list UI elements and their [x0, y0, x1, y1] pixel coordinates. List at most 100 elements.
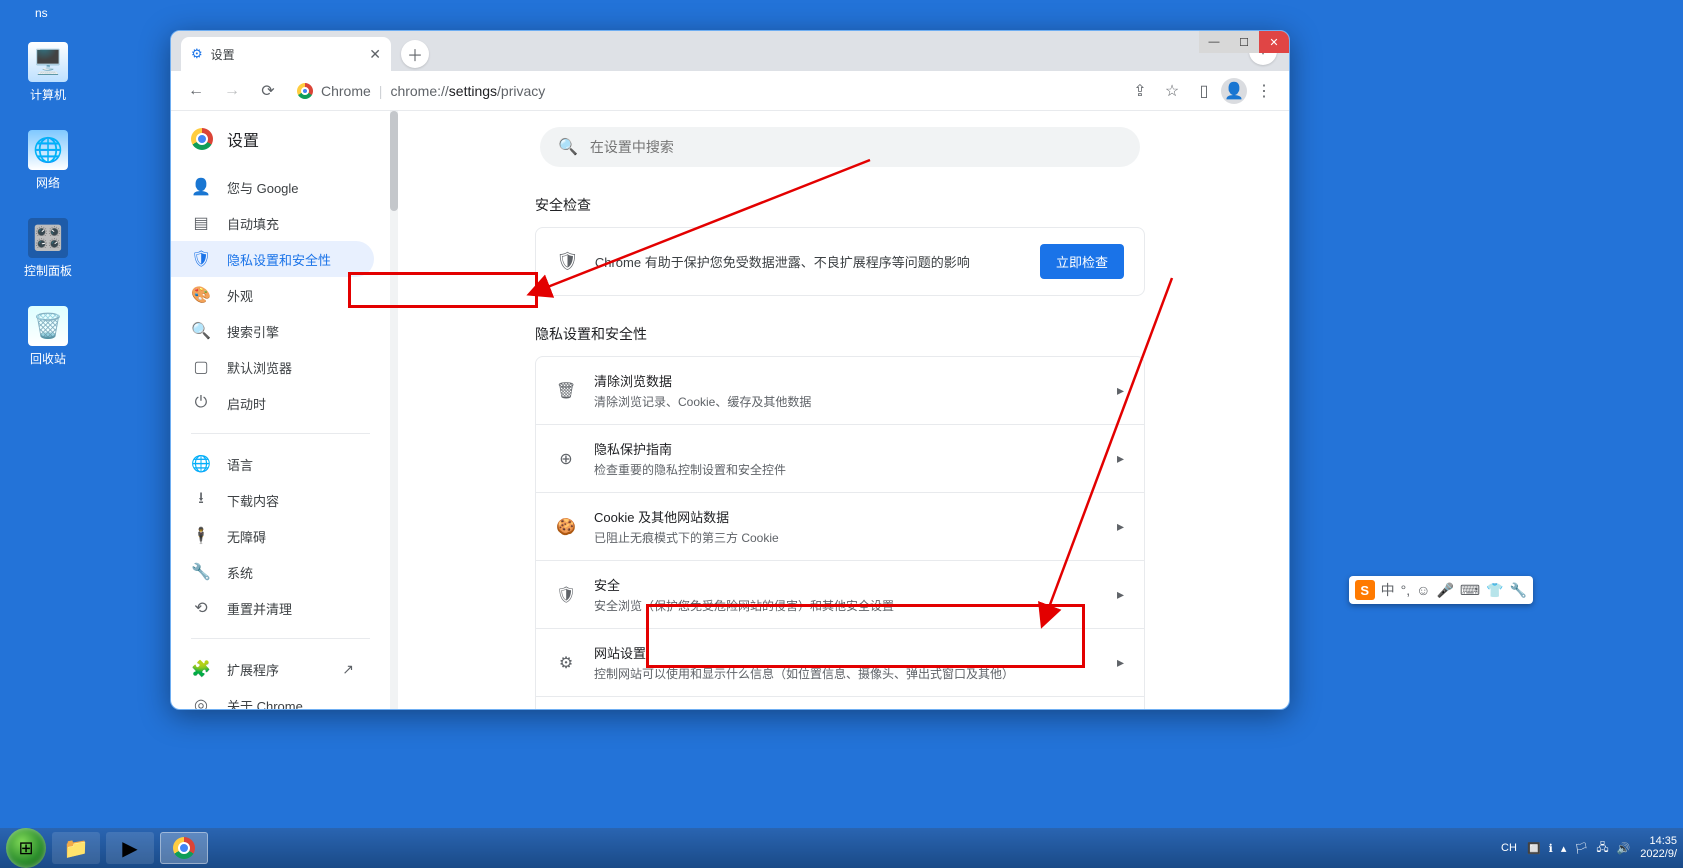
control-panel-icon: 🎛️ [28, 218, 68, 258]
ime-face-icon[interactable]: ☺ [1416, 582, 1430, 598]
nav-extensions[interactable]: 🧩扩展程序↗ [171, 651, 374, 687]
chrome-icon [173, 837, 195, 859]
tray-lang[interactable]: CH [1501, 842, 1517, 854]
tray-clock[interactable]: 14:35 2022/9/ [1640, 835, 1677, 861]
row-security[interactable]: 🛡 安全安全浏览（保护您免受危险网站的侵害）和其他安全设置 ▸ [536, 560, 1144, 628]
ime-keyboard-icon[interactable]: ⌨ [1460, 582, 1480, 599]
nav-label: 启动时 [227, 394, 266, 413]
privacy-card: 🗑 清除浏览数据清除浏览记录、Cookie、缓存及其他数据 ▸ ⊕ 隐私保护指南… [535, 356, 1145, 709]
nav-language[interactable]: 🌐语言 [171, 446, 374, 482]
nav-autofill[interactable]: ▤ 自动填充 [171, 205, 374, 241]
tray-flag-icon[interactable]: 🏳 [1574, 842, 1588, 855]
nav-default-browser[interactable]: ▢默认浏览器 [171, 349, 374, 385]
shield-check-icon: 🛡 [556, 251, 579, 272]
folder-icon: 📁 [64, 836, 89, 861]
ime-tool-icon[interactable]: 🔧 [1510, 582, 1527, 599]
nav-label: 隐私设置和安全性 [227, 250, 331, 269]
desktop-icon-network[interactable]: 🌐 网络 [16, 130, 80, 191]
start-button[interactable]: ⊞ [6, 828, 46, 868]
nav-label: 搜索引擎 [227, 322, 279, 341]
ime-lang[interactable]: 中 [1381, 580, 1395, 600]
taskbar: ⊞ 📁 ▶ CH 🔲 ℹ ▴ 🏳 🖧 🔊 14:35 2022/9/ [0, 828, 1683, 868]
safety-check-card: 🛡 Chrome 有助于保护您免受数据泄露、不良扩展程序等问题的影响 立即检查 [535, 227, 1145, 296]
nav-you-google[interactable]: 👤您与 Google [171, 169, 374, 205]
nav-about[interactable]: ◎关于 Chrome [171, 687, 374, 709]
tray-net-icon[interactable]: 🖧 [1596, 839, 1608, 858]
nav-startup[interactable]: ⏻启动时 [171, 385, 374, 421]
close-window-button[interactable]: ✕ [1259, 31, 1289, 53]
nav-downloads[interactable]: ⭳下载内容 [171, 482, 374, 518]
task-explorer[interactable]: 📁 [52, 832, 100, 864]
row-cookies[interactable]: 🍪 Cookie 及其他网站数据已阻止无痕模式下的第三方 Cookie ▸ [536, 492, 1144, 560]
task-media[interactable]: ▶ [106, 832, 154, 864]
nav-label: 语言 [227, 455, 253, 474]
desktop-icon-computer[interactable]: 🖥️ 计算机 [16, 42, 80, 103]
row-privacy-guide[interactable]: ⊕ 隐私保护指南检查重要的隐私控制设置和安全控件 ▸ [536, 424, 1144, 492]
nav-label: 自动填充 [227, 214, 279, 233]
nav-reset[interactable]: ⟲重置并清理 [171, 590, 374, 626]
row-sub: 清除浏览记录、Cookie、缓存及其他数据 [594, 393, 1099, 410]
sliders-icon: ⚙ [556, 653, 576, 673]
tray-up-icon[interactable]: ▴ [1561, 842, 1567, 855]
side-panel-button[interactable]: ▯ [1189, 76, 1219, 106]
row-sub: 检查重要的隐私控制设置和安全控件 [594, 461, 1099, 478]
autofill-icon: ▤ [191, 213, 211, 233]
ime-mic-icon[interactable]: 🎤 [1436, 582, 1453, 599]
omnibox[interactable]: Chrome | chrome://settings/privacy [289, 83, 1119, 99]
nav-label: 关于 Chrome [227, 696, 303, 710]
ime-punct-icon[interactable]: °, [1401, 582, 1411, 598]
nav-system[interactable]: 🔧系统 [171, 554, 374, 590]
person-icon: 👤 [191, 177, 211, 197]
row-sub: 控制网站可以使用和显示什么信息（如位置信息、摄像头、弹出式窗口及其他） [594, 665, 1099, 682]
chrome-window: ⚙ 设置 ✕ ＋ ▾ — ☐ ✕ ← → ⟳ Chrome | chrome:/… [170, 30, 1290, 710]
search-icon: 🔍 [558, 137, 578, 157]
tray-time: 14:35 [1640, 835, 1677, 848]
profile-button[interactable]: 👤 [1221, 78, 1247, 104]
share-button[interactable]: ⇪ [1125, 76, 1155, 106]
row-sub: 已阻止无痕模式下的第三方 Cookie [594, 529, 1099, 546]
nav-search-engine[interactable]: 🔍 搜索引擎 [171, 313, 374, 349]
close-icon[interactable]: ✕ [369, 46, 381, 63]
nav-label: 外观 [227, 286, 253, 305]
forward-button[interactable]: → [217, 76, 247, 106]
back-button[interactable]: ← [181, 76, 211, 106]
row-privacy-sandbox[interactable]: ⚗ 隐私沙盒试用版功能已开启 ↗ [536, 696, 1144, 709]
ime-toolbar[interactable]: S 中 °, ☺ 🎤 ⌨ 👕 🔧 [1349, 576, 1533, 604]
chevron-right-icon: ▸ [1117, 586, 1124, 603]
maximize-button[interactable]: ☐ [1229, 31, 1259, 53]
tab-settings[interactable]: ⚙ 设置 ✕ [181, 37, 391, 71]
nav-label: 重置并清理 [227, 599, 292, 618]
nav-accessibility[interactable]: 🕴无障碍 [171, 518, 374, 554]
nav-appearance[interactable]: 🎨外观 [171, 277, 374, 313]
nav-privacy[interactable]: 🛡 隐私设置和安全性 [171, 241, 374, 277]
row-clear-data[interactable]: 🗑 清除浏览数据清除浏览记录、Cookie、缓存及其他数据 ▸ [536, 357, 1144, 424]
minimize-button[interactable]: — [1199, 31, 1229, 53]
ime-person-icon[interactable]: 👕 [1486, 582, 1503, 599]
system-icon: 🔧 [191, 562, 211, 582]
shield-icon: 🛡 [191, 249, 211, 269]
settings-search[interactable]: 🔍 [540, 127, 1140, 167]
new-tab-button[interactable]: ＋ [401, 40, 429, 68]
desktop-icon-control-panel[interactable]: 🎛️ 控制面板 [16, 218, 80, 279]
recycle-bin-icon: 🗑️ [28, 306, 68, 346]
task-chrome[interactable] [160, 832, 208, 864]
chevron-right-icon: ▸ [1117, 518, 1124, 535]
search-input[interactable] [590, 139, 1122, 155]
tray-help-icon[interactable]: 🔲 [1527, 842, 1541, 855]
bookmark-button[interactable]: ☆ [1157, 76, 1187, 106]
row-site-settings[interactable]: ⚙ 网站设置控制网站可以使用和显示什么信息（如位置信息、摄像头、弹出式窗口及其他… [536, 628, 1144, 696]
window-controls: — ☐ ✕ [1199, 31, 1289, 53]
browser-icon: ▢ [191, 357, 211, 377]
gear-icon: ⚙ [191, 46, 203, 62]
reload-button[interactable]: ⟳ [253, 76, 283, 106]
search-icon: 🔍 [191, 321, 211, 341]
row-title: Cookie 及其他网站数据 [594, 507, 1099, 526]
system-tray: CH 🔲 ℹ ▴ 🏳 🖧 🔊 14:35 2022/9/ [1501, 828, 1677, 868]
row-title: 安全 [594, 575, 1099, 594]
tray-info-icon[interactable]: ℹ [1549, 842, 1553, 855]
menu-button[interactable]: ⋮ [1249, 76, 1279, 106]
tray-vol-icon[interactable]: 🔊 [1617, 842, 1631, 855]
check-now-button[interactable]: 立即检查 [1040, 244, 1124, 279]
desktop-icon-recycle-bin[interactable]: 🗑️ 回收站 [16, 306, 80, 367]
download-icon: ⭳ [191, 487, 211, 514]
